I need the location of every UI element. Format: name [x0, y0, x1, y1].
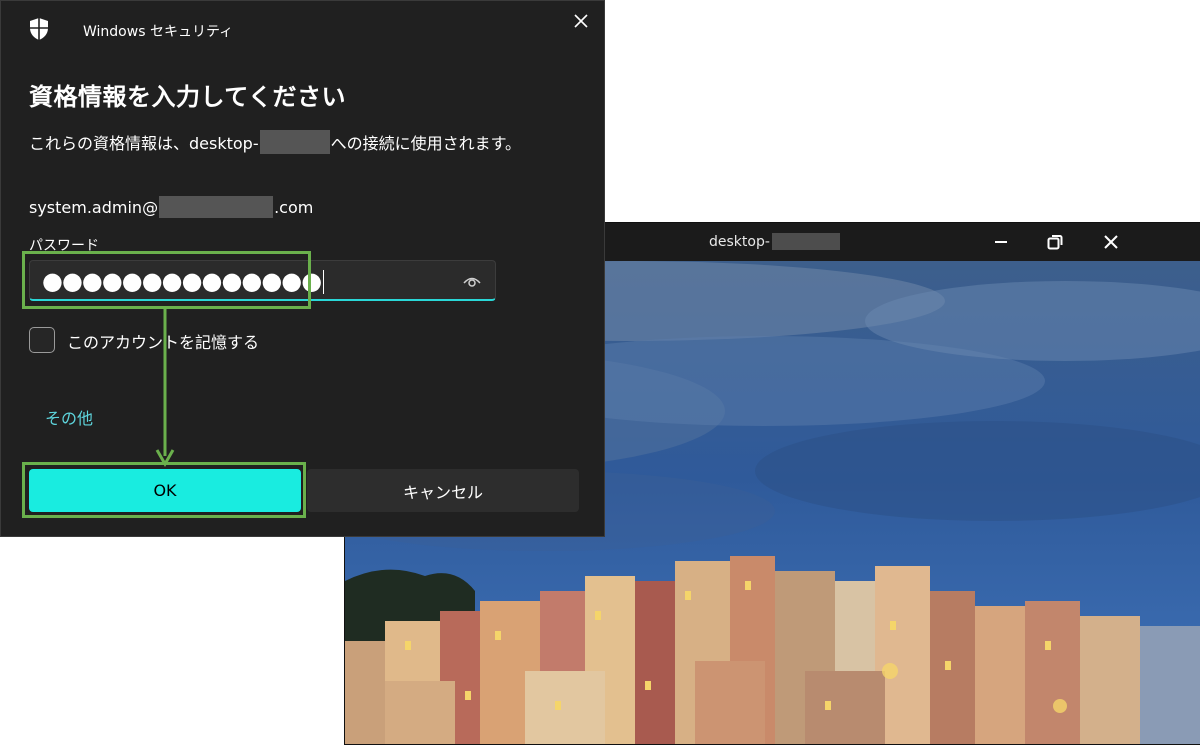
close-icon	[574, 14, 588, 28]
shield-icon	[30, 18, 48, 40]
annotation-password-highlight	[22, 251, 311, 309]
redacted-hostname	[771, 233, 840, 250]
text-caret	[323, 270, 325, 294]
cancel-button[interactable]: キャンセル	[307, 469, 579, 512]
restore-button[interactable]	[1037, 229, 1073, 255]
minimize-icon	[995, 241, 1007, 243]
close-icon	[1104, 235, 1118, 249]
dialog-heading: 資格情報を入力してください	[29, 83, 347, 111]
more-choices-link[interactable]: その他	[45, 405, 93, 429]
restore-icon	[1047, 235, 1063, 250]
dialog-description: これらの資格情報は、desktop- への接続に使用されます。	[29, 130, 521, 154]
username-suffix: .com	[274, 197, 314, 217]
remember-account-checkbox[interactable]	[29, 327, 55, 353]
window-close-button[interactable]	[1093, 229, 1129, 255]
redacted-hostname	[259, 130, 330, 154]
annotation-ok-highlight	[22, 462, 306, 518]
reveal-password-icon[interactable]	[462, 272, 482, 290]
remote-desktop-title: desktop-	[709, 233, 840, 250]
redacted-domain	[159, 196, 274, 218]
username-prefix: system.admin@	[29, 197, 159, 217]
description-prefix: これらの資格情報は、desktop-	[29, 134, 259, 153]
dialog-close-button[interactable]	[567, 7, 595, 35]
username-display: system.admin@ .com	[29, 196, 313, 218]
dialog-app-title: Windows セキュリティ	[83, 24, 234, 40]
description-suffix: への接続に使用されます。	[330, 134, 522, 153]
annotation-arrow	[155, 306, 175, 468]
minimize-button[interactable]	[983, 229, 1019, 255]
remote-desktop-title-text: desktop-	[709, 233, 770, 250]
